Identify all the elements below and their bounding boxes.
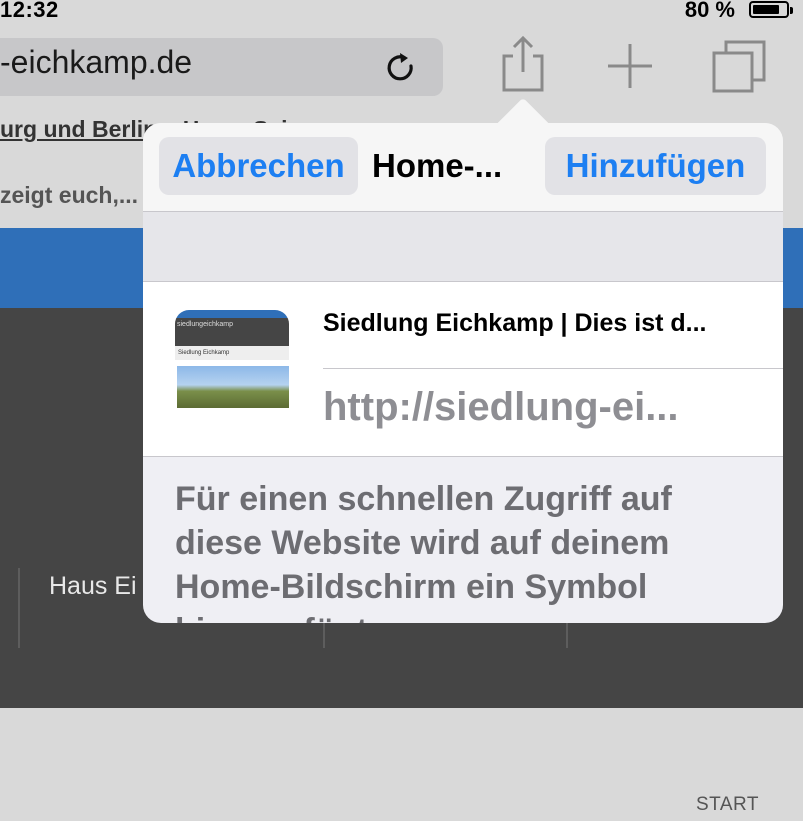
battery-tip	[790, 7, 793, 14]
thumbnail-photo	[177, 366, 289, 408]
popover-header: Abbrechen Home-... Hinzufügen	[143, 123, 783, 212]
status-bar: 12:32 80 %	[0, 0, 803, 26]
thumbnail-header: siedlungeichkamp	[175, 318, 289, 346]
page-subtext: zeigt euch,...	[0, 182, 139, 208]
popover-description: Für einen schnellen Zugriff auf diese We…	[175, 480, 672, 623]
site-url-field: http://siedlung-ei...	[323, 385, 679, 429]
tabs-icon[interactable]	[710, 38, 768, 94]
site-title-field[interactable]: Siedlung Eichkamp | Dies ist d...	[323, 309, 706, 338]
popover-spacer	[143, 212, 783, 282]
page-footer	[0, 708, 803, 821]
site-thumbnail: siedlungeichkamp Siedlung Eichkamp	[175, 310, 289, 414]
thumbnail-logo: siedlungeichkamp	[177, 321, 234, 328]
cancel-button[interactable]: Abbrechen	[159, 137, 358, 195]
menu-item-haus[interactable]: Haus Ei	[49, 572, 137, 601]
thumbnail-band	[175, 310, 289, 318]
plus-icon[interactable]	[604, 40, 656, 92]
battery-percent: 80 %	[684, 0, 735, 22]
battery-fill	[753, 5, 779, 14]
bookmark-form: siedlungeichkamp Siedlung Eichkamp Siedl…	[143, 282, 783, 457]
url-text[interactable]: -eichkamp.de	[0, 44, 192, 81]
status-time: 12:32	[0, 0, 59, 22]
popover-title: Home-...	[372, 147, 503, 184]
start-link[interactable]: START	[696, 794, 759, 816]
menu-divider	[18, 568, 20, 648]
thumbnail-nav: Siedlung Eichkamp	[175, 346, 289, 360]
form-divider	[323, 368, 783, 369]
add-button[interactable]: Hinzufügen	[545, 137, 766, 195]
add-to-home-popover: Abbrechen Home-... Hinzufügen siedlungei…	[143, 123, 783, 623]
address-bar[interactable]: -eichkamp.de	[0, 38, 443, 96]
reload-icon[interactable]	[383, 50, 419, 86]
battery-icon	[749, 1, 789, 18]
share-icon[interactable]	[496, 34, 550, 94]
